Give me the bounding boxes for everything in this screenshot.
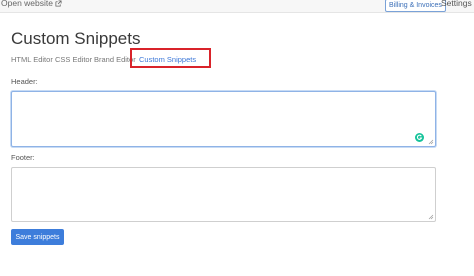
top-bar: Open website Billing & Invoices Settings — [0, 0, 474, 13]
billing-invoices-button[interactable]: Billing & Invoices — [385, 0, 446, 12]
open-website-label: Open website — [1, 0, 53, 8]
header-textarea[interactable] — [11, 91, 436, 147]
resize-grip-icon[interactable] — [428, 214, 434, 220]
open-website-link[interactable]: Open website — [1, 0, 62, 8]
footer-label: Footer: — [11, 153, 35, 162]
tab-highlight-box — [130, 48, 211, 68]
resize-grip-icon[interactable] — [428, 139, 434, 145]
footer-textarea[interactable] — [11, 167, 436, 222]
header-label: Header: — [11, 77, 38, 86]
grammarly-icon[interactable] — [415, 133, 424, 142]
save-snippets-button[interactable]: Save snippets — [11, 229, 64, 245]
grammarly-g-icon — [416, 134, 423, 140]
tab-html-editor[interactable]: HTML Editor — [11, 55, 53, 64]
settings-link[interactable]: Settings — [441, 0, 472, 8]
external-link-icon — [55, 0, 62, 7]
tab-css-editor[interactable]: CSS Editor — [55, 55, 92, 64]
page-title: Custom Snippets — [11, 29, 141, 48]
